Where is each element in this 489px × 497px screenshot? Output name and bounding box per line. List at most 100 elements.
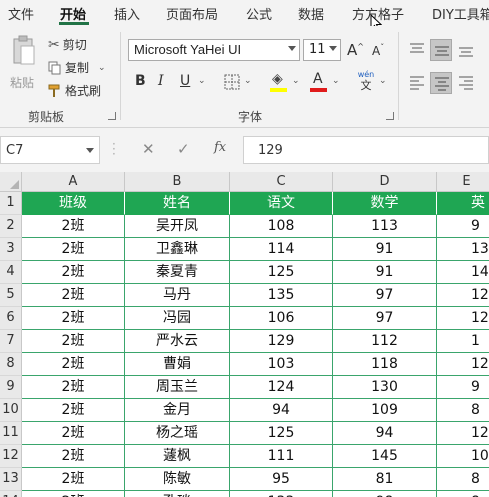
drag-handle-icon[interactable]: · · · (112, 138, 116, 160)
table-cell[interactable]: 2班 (22, 445, 125, 468)
grow-font-button[interactable]: A^ (347, 41, 364, 59)
chevron-down-icon[interactable]: ⌄ (379, 76, 387, 86)
column-header-a[interactable]: A (22, 172, 125, 192)
row-header[interactable]: 1 (0, 192, 22, 215)
chevron-down-icon[interactable]: ⌄ (292, 76, 300, 86)
table-cell[interactable]: 129 (230, 330, 333, 353)
tab-formulas[interactable]: 公式 (246, 4, 272, 23)
border-icon[interactable] (224, 74, 240, 90)
tab-file[interactable]: 文件 (8, 4, 34, 23)
table-cell[interactable]: 2班 (22, 353, 125, 376)
table-cell[interactable]: 118 (333, 353, 437, 376)
table-cell[interactable]: 金月 (125, 399, 230, 422)
table-cell[interactable]: 10 (437, 445, 489, 468)
align-right-button[interactable] (455, 72, 477, 94)
row-header[interactable]: 3 (0, 238, 22, 261)
table-cell[interactable]: 91 (333, 261, 437, 284)
table-cell[interactable]: 133 (230, 491, 333, 497)
tab-diy-toolbox[interactable]: DIY工具箱 (432, 4, 489, 23)
table-cell[interactable]: 曹娟 (125, 353, 230, 376)
row-header[interactable]: 7 (0, 330, 22, 353)
table-cell[interactable]: 125 (230, 422, 333, 445)
table-cell[interactable]: 秦夏青 (125, 261, 230, 284)
table-cell[interactable]: 94 (333, 422, 437, 445)
header-cell[interactable]: 数学 (333, 192, 437, 215)
table-cell[interactable]: 12 (437, 307, 489, 330)
table-cell[interactable]: 9 (437, 376, 489, 399)
chevron-down-icon[interactable]: ⌄ (332, 76, 340, 86)
column-header-c[interactable]: C (230, 172, 333, 192)
bold-button[interactable]: B (135, 73, 146, 89)
align-middle-button[interactable] (430, 39, 452, 61)
table-cell[interactable]: 2班 (22, 399, 125, 422)
header-cell[interactable]: 姓名 (125, 192, 230, 215)
table-cell[interactable]: 135 (230, 284, 333, 307)
table-cell[interactable]: 12 (437, 422, 489, 445)
table-cell[interactable]: 2班 (22, 215, 125, 238)
row-header[interactable]: 10 (0, 399, 22, 422)
table-cell[interactable]: 杨之瑶 (125, 422, 230, 445)
table-cell[interactable]: 2班 (22, 376, 125, 399)
table-cell[interactable]: 2班 (22, 284, 125, 307)
row-header[interactable]: 2 (0, 215, 22, 238)
table-cell[interactable]: 106 (230, 307, 333, 330)
underline-button[interactable]: U (180, 73, 190, 89)
select-all-corner[interactable] (0, 172, 22, 192)
row-header[interactable]: 8 (0, 353, 22, 376)
table-cell[interactable]: 145 (333, 445, 437, 468)
table-cell[interactable]: 14 (437, 261, 489, 284)
table-cell[interactable]: 97 (333, 307, 437, 330)
table-cell[interactable]: 2班 (22, 491, 125, 497)
header-cell[interactable]: 语文 (230, 192, 333, 215)
insert-function-icon[interactable]: fx (214, 140, 226, 155)
table-cell[interactable]: 12 (437, 353, 489, 376)
row-header[interactable]: 9 (0, 376, 22, 399)
table-cell[interactable]: 13 (437, 238, 489, 261)
align-top-button[interactable] (406, 39, 428, 61)
column-header-d[interactable]: D (333, 172, 437, 192)
table-cell[interactable]: 109 (333, 399, 437, 422)
table-cell[interactable]: 95 (230, 468, 333, 491)
chevron-down-icon[interactable]: ⌄ (198, 76, 206, 86)
italic-button[interactable]: I (158, 73, 164, 89)
table-cell[interactable]: 12 (437, 284, 489, 307)
chevron-down-icon[interactable]: ⌄ (98, 63, 106, 73)
table-cell[interactable]: 吴开凤 (125, 215, 230, 238)
table-cell[interactable]: 孔琰 (125, 491, 230, 497)
align-left-button[interactable] (406, 72, 428, 94)
table-cell[interactable]: 2班 (22, 307, 125, 330)
table-cell[interactable]: 8 (437, 491, 489, 497)
table-cell[interactable]: 2班 (22, 330, 125, 353)
format-painter-button[interactable]: 格式刷 (48, 82, 101, 99)
row-header[interactable]: 11 (0, 422, 22, 445)
paste-button[interactable]: 粘贴 (6, 32, 40, 92)
column-header-b[interactable]: B (125, 172, 230, 192)
table-cell[interactable]: 8 (437, 468, 489, 491)
chevron-down-icon[interactable]: ⌄ (244, 76, 252, 86)
table-cell[interactable]: 97 (333, 284, 437, 307)
align-center-button[interactable] (430, 72, 452, 94)
tab-insert[interactable]: 插入 (114, 4, 140, 23)
table-cell[interactable]: 94 (230, 399, 333, 422)
table-cell[interactable]: 98 (333, 491, 437, 497)
table-cell[interactable]: 111 (230, 445, 333, 468)
shrink-font-button[interactable]: Aˇ (372, 43, 384, 58)
row-header[interactable]: 5 (0, 284, 22, 307)
enter-icon[interactable]: ✓ (177, 140, 190, 158)
table-cell[interactable]: 8 (437, 399, 489, 422)
row-header[interactable]: 13 (0, 468, 22, 491)
table-cell[interactable]: 严水云 (125, 330, 230, 353)
fill-color-button[interactable]: ◈ (270, 71, 288, 93)
phonetic-guide-button[interactable]: wén 文 (355, 70, 377, 94)
name-box[interactable]: C7 (0, 136, 100, 164)
table-cell[interactable]: 马丹 (125, 284, 230, 307)
table-cell[interactable]: 81 (333, 468, 437, 491)
table-cell[interactable]: 91 (333, 238, 437, 261)
column-header-e[interactable]: E (437, 172, 489, 192)
copy-button[interactable]: 复制 ⌄ (48, 59, 106, 76)
font-name-select[interactable]: Microsoft YaHei UI (128, 39, 300, 61)
table-cell[interactable]: 2班 (22, 422, 125, 445)
tab-home[interactable]: 开始 (60, 4, 86, 23)
row-header[interactable]: 12 (0, 445, 22, 468)
table-cell[interactable]: 周玉兰 (125, 376, 230, 399)
